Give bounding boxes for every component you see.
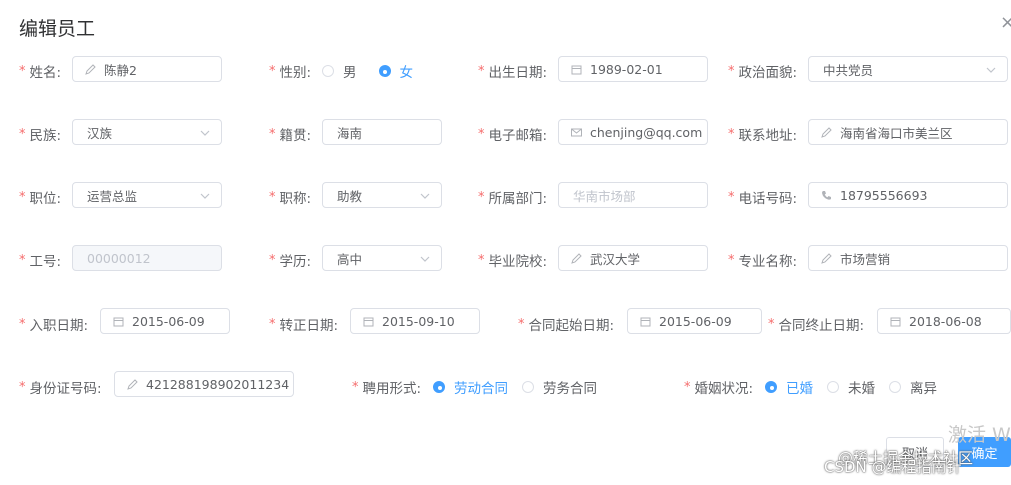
email-label: * 电子邮箱: [478,126,548,145]
edit-employee-dialog: 编辑员工 × * 姓名: 陈静2 * 性别: 男 女 * 出生日期: 1989-02-… [0,0,1011,485]
chevron-down-icon [420,256,430,262]
calendar-icon [890,316,901,327]
wedlock-radio-single[interactable]: 未婚 [827,377,875,397]
edit-icon [127,378,138,390]
gender-radio-group: 男 女 [322,61,427,81]
gender-label: * 性别: [269,63,312,82]
wedlock-label: * 婚姻状况: [684,379,754,398]
name-input[interactable]: 陈静2 [72,56,222,82]
contract-end-picker[interactable]: 2018-06-08 [877,308,1011,334]
entry-date-picker[interactable]: 2015-06-09 [100,308,230,334]
entry-date-label: * 入职日期: [19,316,89,335]
phone-label: * 电话号码: [728,189,798,208]
contract-end-label: * 合同终止日期: [768,316,865,335]
engage-form-radio-labor[interactable]: 劳动合同 [433,377,508,397]
school-label: * 毕业院校: [478,252,548,271]
job-title-select[interactable]: 助教 [322,182,442,208]
edit-icon [571,252,582,264]
phone-icon [821,190,832,201]
contract-start-label: * 合同起始日期: [518,316,615,335]
address-label: * 联系地址: [728,126,798,145]
education-label: * 学历: [269,252,312,271]
chevron-down-icon [420,193,430,199]
calendar-icon [640,316,651,327]
gender-radio-female[interactable]: 女 [378,61,413,81]
chevron-down-icon [986,67,996,73]
political-select[interactable]: 中共党员 [808,56,1008,82]
school-input[interactable]: 武汉大学 [558,245,708,271]
nation-label: * 民族: [19,126,62,145]
watermark-csdn: CSDN @编程指南针 [824,458,962,476]
job-title-label: * 职称: [269,189,312,208]
chevron-down-icon [200,130,210,136]
nation-select[interactable]: 汉族 [72,119,222,145]
edit-icon [821,252,832,264]
native-label: * 籍贯: [269,126,312,145]
engage-form-radio-group: 劳动合同 劳务合同 [433,377,611,397]
chevron-down-icon [200,193,210,199]
name-label: * 姓名: [19,63,62,82]
native-input[interactable]: 海南 [322,119,442,145]
position-label: * 职位: [19,189,62,208]
calendar-icon [363,316,374,327]
department-label: * 所属部门: [478,189,548,208]
work-id-input: 00000012 [72,245,222,271]
phone-input[interactable]: 18795556693 [808,182,1008,208]
wedlock-radio-married[interactable]: 已婚 [765,377,813,397]
close-icon[interactable]: × [1000,12,1011,33]
engage-form-label: * 聘用形式: [352,379,422,398]
work-id-label: * 工号: [19,252,62,271]
edit-icon [821,126,832,138]
wedlock-radio-divorced[interactable]: 离异 [889,377,937,397]
mail-icon [571,127,582,138]
id-card-label: * 身份证号码: [19,379,102,398]
political-label: * 政治面貌: [728,63,798,82]
specialty-label: * 专业名称: [728,252,798,271]
birth-date-label: * 出生日期: [478,63,548,82]
birth-date-picker[interactable]: 1989-02-01 [558,56,708,82]
email-input[interactable]: chenjing@qq.com [558,119,708,145]
gender-radio-male[interactable]: 男 [322,61,357,81]
contract-start-picker[interactable]: 2015-06-09 [627,308,762,334]
edit-icon [85,63,96,75]
position-select[interactable]: 运营总监 [72,182,222,208]
calendar-icon [571,64,582,75]
address-input[interactable]: 海南省海口市美兰区 [808,119,1008,145]
calendar-icon [113,316,124,327]
specialty-input[interactable]: 市场营销 [808,245,1008,271]
department-picker[interactable]: 华南市场部 [558,182,708,208]
regular-date-label: * 转正日期: [269,316,339,335]
activate-windows-text: 激活 W [948,424,1011,446]
id-card-input[interactable]: 421288198902011234 [114,371,294,397]
engage-form-radio-service[interactable]: 劳务合同 [522,377,597,397]
education-select[interactable]: 高中 [322,245,442,271]
dialog-title: 编辑员工 [19,18,96,40]
regular-date-picker[interactable]: 2015-09-10 [350,308,480,334]
wedlock-radio-group: 已婚 未婚 离异 [765,377,951,397]
